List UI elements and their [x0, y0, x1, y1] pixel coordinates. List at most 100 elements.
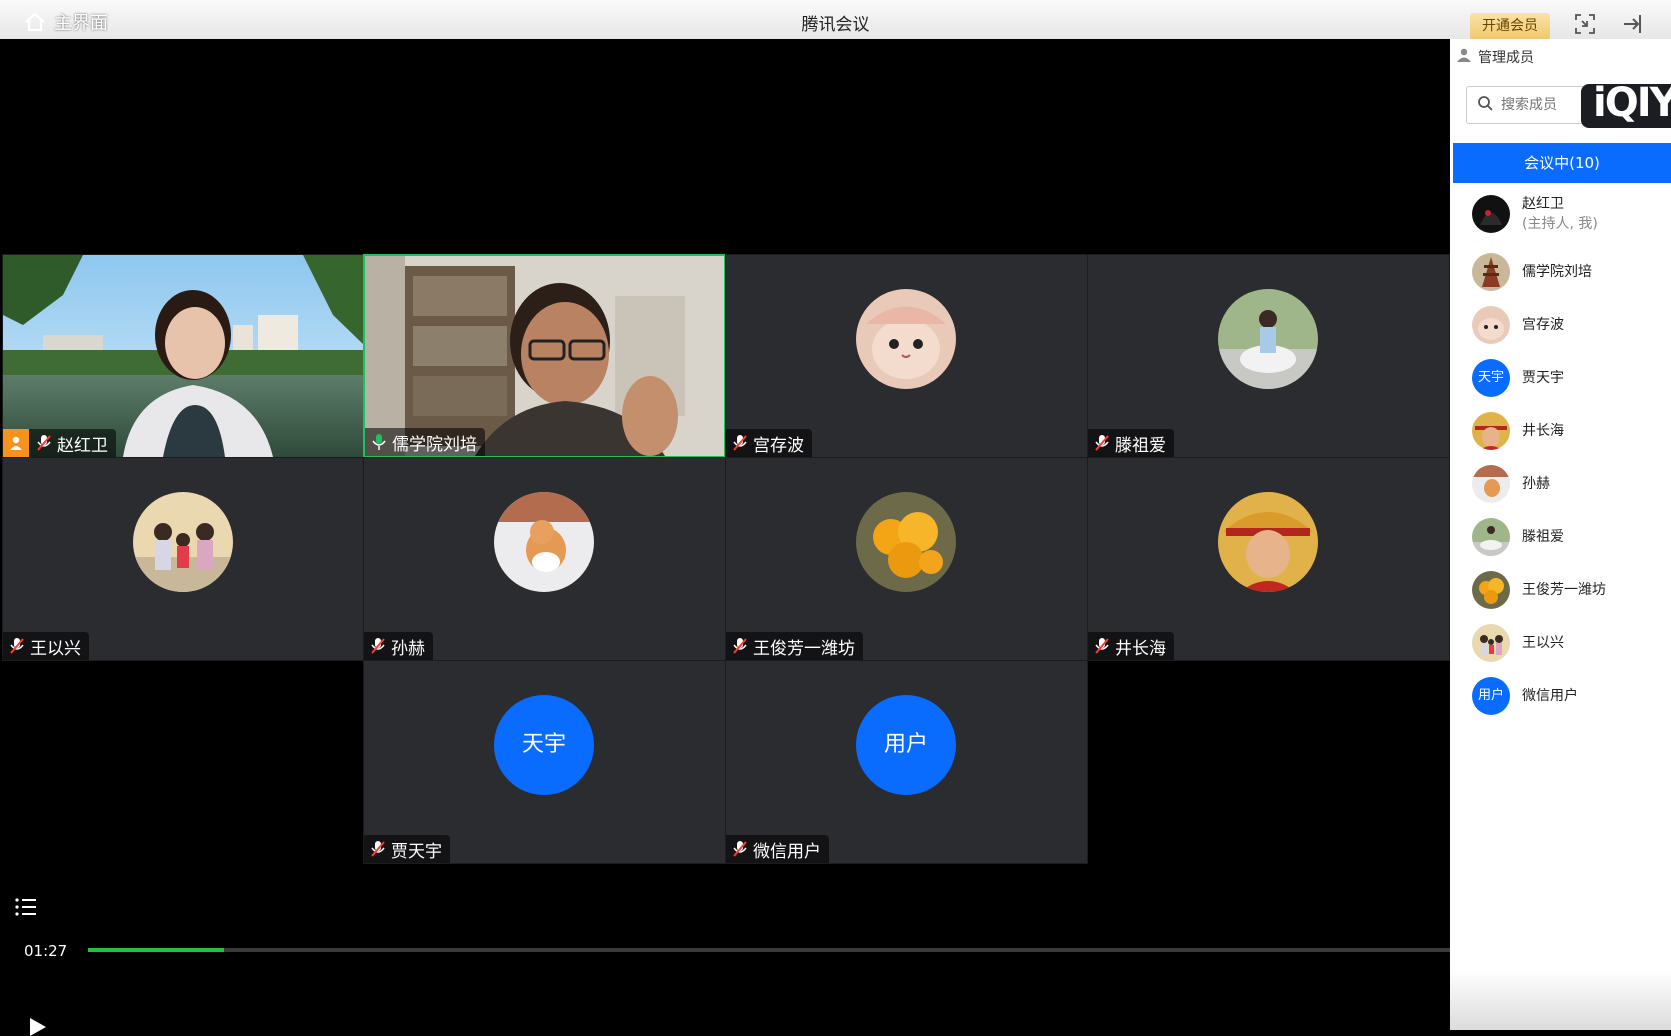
member-name: 赵红卫: [1522, 195, 1564, 212]
participant-name: 赵红卫: [57, 435, 108, 456]
participant-name: 王以兴: [30, 638, 81, 659]
mic-muted-icon: [1094, 434, 1110, 452]
member-search-input[interactable]: [1499, 96, 1573, 114]
video-tile[interactable]: 井长海: [1087, 457, 1450, 661]
mic-muted-icon: [1094, 637, 1110, 655]
member-name: 滕祖爱: [1522, 528, 1564, 545]
member-avatar: [1472, 412, 1510, 450]
participant-name: 王俊芳一潍坊: [753, 638, 855, 659]
panel-title: 管理成员: [1478, 50, 1534, 66]
leave-icon[interactable]: [1622, 12, 1646, 36]
member-name: 王俊芳一潍坊: [1522, 581, 1606, 598]
member-avatar-text: 用户: [1472, 677, 1510, 715]
member-list-item[interactable]: 儒学院刘培: [1472, 250, 1667, 294]
members-panel: 管理成员 iQIY 会议中(10) 赵红卫 (主持人, 我) 儒学院刘培 宫存波…: [1450, 39, 1671, 1030]
member-name: 宫存波: [1522, 316, 1564, 333]
panel-footer: [1450, 970, 1671, 1030]
video-tile[interactable]: 孙赫: [363, 457, 726, 661]
video-tile-active-speaker[interactable]: 儒学院刘培: [363, 254, 726, 458]
participant-name: 宫存波: [753, 435, 804, 456]
member-avatar: [1472, 518, 1510, 556]
member-name: 微信用户: [1522, 687, 1578, 704]
play-icon[interactable]: [30, 1018, 46, 1036]
iqiyi-watermark-logo: iQIY: [1581, 84, 1671, 128]
participant-name: 贾天宇: [391, 841, 442, 862]
member-avatar: [1472, 195, 1510, 233]
participant-name-tag: 王以兴: [3, 632, 89, 660]
mic-muted-icon: [732, 840, 748, 858]
camera-feed: [3, 255, 364, 457]
mic-muted-icon: [370, 840, 386, 858]
member-list-item[interactable]: 赵红卫 (主持人, 我): [1472, 192, 1667, 236]
member-avatar: [1472, 465, 1510, 503]
participant-avatar-text: 天宇: [494, 695, 594, 795]
member-name: 孙赫: [1522, 475, 1550, 492]
participant-avatar: [1218, 492, 1318, 592]
member-avatar: [1472, 253, 1510, 291]
participant-name: 孙赫: [391, 638, 425, 659]
participant-name-tag: 儒学院刘培: [365, 428, 485, 456]
vip-button[interactable]: 开通会员: [1470, 13, 1550, 40]
participant-name-tag: 滕祖爱: [1088, 429, 1174, 457]
participant-name-tag: 孙赫: [364, 632, 433, 660]
participant-name: 微信用户: [753, 841, 821, 862]
participant-name: 儒学院刘培: [392, 434, 477, 455]
search-icon: [1477, 95, 1493, 115]
member-list-item[interactable]: 井长海: [1472, 409, 1667, 453]
member-name: 王以兴: [1522, 634, 1564, 651]
person-icon: [1456, 47, 1472, 67]
member-avatar: [1472, 624, 1510, 662]
member-avatar: [1472, 306, 1510, 344]
watermark-text: iQIY: [1593, 84, 1671, 126]
member-role: (主持人, 我): [1522, 216, 1598, 233]
participant-name-tag: 王俊芳一潍坊: [726, 632, 863, 660]
title-bar: 主界面 腾讯会议 开通会员: [0, 0, 1671, 40]
member-list-item[interactable]: 孙赫: [1472, 462, 1667, 506]
member-list-item[interactable]: 天宇 贾天宇: [1472, 356, 1667, 400]
member-search[interactable]: [1466, 86, 1586, 124]
video-tile[interactable]: 赵红卫: [2, 254, 365, 458]
camera-feed: [365, 256, 724, 456]
participant-avatar: [494, 492, 594, 592]
participant-avatar: [1218, 289, 1318, 389]
member-name: 井长海: [1522, 422, 1564, 439]
member-list-item[interactable]: 滕祖爱: [1472, 515, 1667, 559]
playback-progress-fill: [88, 948, 225, 952]
mic-on-icon: [371, 433, 387, 451]
mic-muted-icon: [9, 637, 25, 655]
video-tile[interactable]: 滕祖爱: [1087, 254, 1450, 458]
member-avatar: [1472, 571, 1510, 609]
video-tile[interactable]: 宫存波: [725, 254, 1088, 458]
playback-progress-bar[interactable]: [88, 948, 1450, 952]
member-list-item[interactable]: 王俊芳一潍坊: [1472, 568, 1667, 612]
participant-avatar: [856, 492, 956, 592]
member-avatar-text: 天宇: [1472, 359, 1510, 397]
participant-avatar: [856, 289, 956, 389]
tab-in-meeting[interactable]: 会议中(10): [1453, 143, 1671, 183]
member-list-item[interactable]: 宫存波: [1472, 303, 1667, 347]
mic-muted-icon: [732, 434, 748, 452]
host-badge-icon: [3, 429, 29, 457]
playback-time: 01:27: [24, 942, 68, 960]
exit-fullscreen-icon[interactable]: [1573, 12, 1597, 36]
participant-avatar-text: 用户: [856, 695, 956, 795]
participant-name-tag: 宫存波: [726, 429, 812, 457]
playlist-icon[interactable]: [14, 896, 38, 922]
participant-avatar: [133, 492, 233, 592]
member-name: 儒学院刘培: [1522, 263, 1592, 280]
video-stage: 赵红卫 儒学院刘培 宫存波 滕祖爱 王以兴 孙赫 王俊芳一潍坊 井长海 天宇 贾…: [0, 39, 1450, 1030]
participant-name-tag: 微信用户: [726, 835, 829, 863]
panel-header: 管理成员: [1456, 47, 1534, 67]
video-tile[interactable]: 用户 微信用户: [725, 660, 1088, 864]
participant-name-tag: 井长海: [1088, 632, 1174, 660]
mic-muted-icon: [732, 637, 748, 655]
participant-name-tag: 赵红卫: [3, 429, 116, 457]
member-name: 贾天宇: [1522, 369, 1564, 386]
member-list-item[interactable]: 用户 微信用户: [1472, 674, 1667, 718]
video-tile[interactable]: 王俊芳一潍坊: [725, 457, 1088, 661]
video-tile[interactable]: 天宇 贾天宇: [363, 660, 726, 864]
video-tile[interactable]: 王以兴: [2, 457, 365, 661]
member-list-item[interactable]: 王以兴: [1472, 621, 1667, 665]
window-title: 腾讯会议: [801, 15, 870, 35]
mic-muted-icon: [370, 637, 386, 655]
